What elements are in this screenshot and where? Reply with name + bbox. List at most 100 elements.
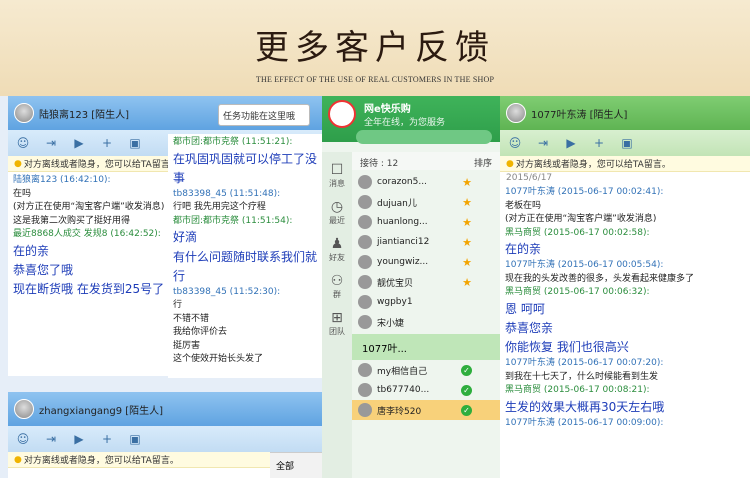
message-header: tb83398_45 (11:51:48): xyxy=(173,188,281,199)
add-user-icon[interactable]: + xyxy=(588,136,610,150)
emoji-icon[interactable]: ☺ xyxy=(12,136,34,150)
message-text: 行吧 我先用完这个疗程 xyxy=(173,202,266,213)
avatar xyxy=(14,103,34,123)
tab-sort[interactable]: 排序 xyxy=(474,156,492,169)
message-header: 黑马商贸 (2015-06-17 00:06:32): xyxy=(505,287,650,298)
message-text: 在的亲 xyxy=(505,242,542,256)
file-icon[interactable]: ⇥ xyxy=(532,136,554,150)
avatar xyxy=(506,103,526,123)
side-nav-item[interactable]: ⚇ 群 xyxy=(322,273,352,300)
contact-name: zhangxiangang9 [陌生人] xyxy=(39,405,164,417)
file-icon[interactable]: ⇥ xyxy=(40,432,62,446)
message-text: 不错不错 xyxy=(173,313,210,324)
message-text: 恩 呵呵 xyxy=(505,301,545,316)
contact-name: jiantianci12 xyxy=(377,237,430,247)
nav-icon: ☐ xyxy=(330,162,344,178)
chat-toolbar: ☺ ⇥ ▶ + ▣ xyxy=(8,426,330,452)
screen-icon[interactable]: ▣ xyxy=(124,136,146,150)
chat-toolbar: ☺ ⇥ ▶ + ▣ xyxy=(500,130,750,156)
contact-name: 宋小婕 xyxy=(377,318,405,329)
check-icon: ✓ xyxy=(461,404,472,416)
avatar xyxy=(14,399,34,419)
bulb-icon: ● xyxy=(14,454,22,465)
message-text: 生发的效果大概再30天左右哦 xyxy=(505,399,665,414)
avatar xyxy=(358,295,372,309)
message-text: 有什么问题随时联系我们就行 xyxy=(173,249,318,283)
contact-name: 唐李玲520 xyxy=(377,406,422,417)
contact-row[interactable]: jiantianci12 ★ xyxy=(352,232,500,252)
message-text: 好滴 xyxy=(173,230,198,245)
emoji-icon[interactable]: ☺ xyxy=(504,136,526,150)
avatar xyxy=(358,175,372,189)
side-nav-item[interactable]: ◷ 最近 xyxy=(322,199,352,226)
contact-row[interactable]: youngwiz... ★ xyxy=(352,252,500,272)
avatar xyxy=(358,403,372,417)
nav-label: 团队 xyxy=(329,327,345,336)
side-nav-item[interactable]: ⊞ 团队 xyxy=(322,310,352,337)
message-header: 1077叶东涛 (2015-06-17 00:05:54): xyxy=(505,260,664,271)
star-icon: ★ xyxy=(462,235,472,249)
bulb-icon: ● xyxy=(14,158,22,169)
contact-list-window: 网e快乐购 全年在线，为您服务 ☐ 消息 ◷ 最近 ♟ 好友 ⚇ 群 ⊞ 团队 接待 : 12 排… xyxy=(322,96,500,478)
bulb-icon: ● xyxy=(506,158,514,169)
contact-row[interactable]: corazon5... ★ xyxy=(352,172,500,192)
nav-icon: ⚇ xyxy=(330,273,344,289)
screen-icon[interactable]: ▣ xyxy=(616,136,638,150)
contact-row[interactable]: 唐李玲520 ✓ xyxy=(352,400,500,420)
chat-window-right: 1077叶东涛 [陌生人] ☺ ⇥ ▶ + ▣ ● 对方离线或者隐身，您可以给TA… xyxy=(500,96,750,478)
message-text: 恭喜您亲 xyxy=(505,320,554,335)
avatar xyxy=(358,363,372,377)
tooltip: 任务功能在这里哦 xyxy=(218,104,310,126)
contact-name: huanlong... xyxy=(377,217,428,227)
video-icon[interactable]: ▶ xyxy=(560,136,582,150)
message-list: 1077叶东涛 (2015-06-17 00:02:41): 老板在吗 (对方正在使… xyxy=(500,184,750,432)
contact-row[interactable]: my相信自己 ✓ xyxy=(352,360,500,380)
message-text: 挺厉害 xyxy=(173,340,201,351)
add-user-icon[interactable]: + xyxy=(96,432,118,446)
title-bar: zhangxiangang9 [陌生人] xyxy=(8,392,330,426)
contact-row[interactable]: huanlong... ★ xyxy=(352,212,500,232)
contact-row[interactable]: 宋小婕 xyxy=(352,312,500,332)
contact-name: wgpby1 xyxy=(377,297,413,307)
contact-name: 1077叶东涛 [陌生人] xyxy=(531,109,628,121)
check-icon: ✓ xyxy=(461,364,472,376)
message-text: 你能恢复 我们也很高兴 xyxy=(505,340,629,355)
chat-panel-middle: 都市团:都市克祭 (11:51:21): 在巩固巩固就可以停工了没事 tb83398… xyxy=(168,134,324,378)
contact-row[interactable]: wgpby1 xyxy=(352,292,500,312)
offline-notice: ● 对方离线或者隐身，您可以给TA留言。 xyxy=(500,156,750,172)
screen-icon[interactable]: ▣ xyxy=(124,432,146,446)
contact-row[interactable]: 靓优宝贝 ★ xyxy=(352,272,500,292)
nav-label: 群 xyxy=(333,290,341,299)
contact-name: dujuan儿 xyxy=(377,198,417,209)
add-user-icon[interactable]: + xyxy=(96,136,118,150)
file-icon[interactable]: ⇥ xyxy=(40,136,62,150)
message-text: 这个使效开始长头发了 xyxy=(173,354,264,365)
search-input[interactable] xyxy=(356,130,492,144)
contact-tabs: 接待 : 12 排序 xyxy=(352,152,500,170)
message-text: (对方正在使用“淘宝客户端”收发消息) xyxy=(505,214,657,224)
message-header: 1077叶东涛 (2015-06-17 00:07:20): xyxy=(505,358,664,369)
contact-row[interactable]: dujuan儿 ★ xyxy=(352,192,500,212)
message-header: 1077叶东涛 (2015-06-17 00:09:00): xyxy=(505,417,664,428)
tab-reception[interactable]: 接待 : 12 xyxy=(360,156,398,169)
group-row[interactable]: 1077叶... xyxy=(352,334,500,360)
page-subtitle: THE EFFECT OF THE USE OF REAL CUSTOMERS … xyxy=(255,75,495,84)
tab-all[interactable]: 全部 xyxy=(270,452,330,478)
nav-label: 最近 xyxy=(329,216,345,225)
emoji-icon[interactable]: ☺ xyxy=(12,432,34,446)
side-nav: ☐ 消息 ◷ 最近 ♟ 好友 ⚇ 群 ⊞ 团队 xyxy=(322,152,352,478)
contact-row[interactable]: tb677740... ✓ xyxy=(352,380,500,400)
side-nav-item[interactable]: ☐ 消息 xyxy=(322,162,352,189)
chat-date: 2015/6/17 xyxy=(506,173,553,183)
message-text: 到我在十七天了，什么时候能看到生发 xyxy=(505,371,659,382)
avatar xyxy=(358,235,372,249)
message-header: 黑马商贸 (2015-06-17 00:02:58): xyxy=(505,227,650,238)
contact-name: tb677740... xyxy=(377,385,430,395)
avatar xyxy=(358,195,372,209)
avatar xyxy=(358,275,372,289)
video-icon[interactable]: ▶ xyxy=(68,432,90,446)
star-icon: ★ xyxy=(462,215,472,229)
video-icon[interactable]: ▶ xyxy=(68,136,90,150)
avatar xyxy=(358,255,372,269)
side-nav-item[interactable]: ♟ 好友 xyxy=(322,236,352,263)
